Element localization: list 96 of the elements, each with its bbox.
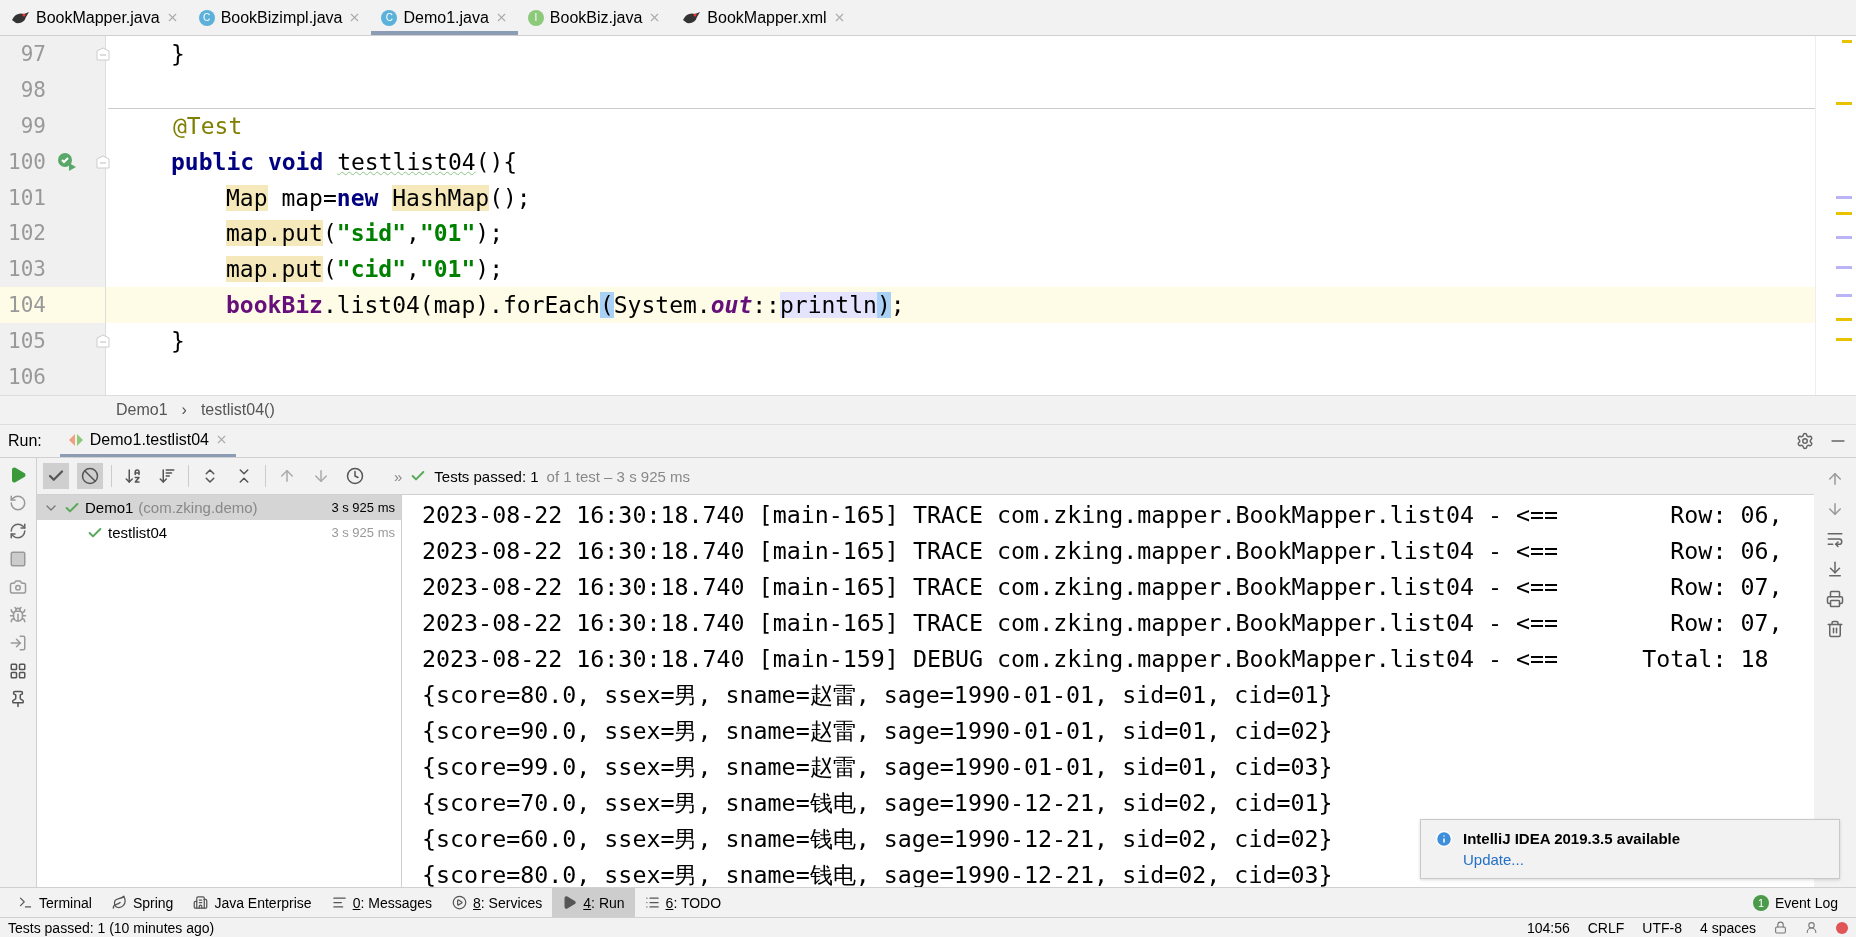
test-summary-detail: of 1 test – 3 s 925 ms bbox=[546, 467, 690, 485]
play-icon[interactable] bbox=[9, 466, 27, 484]
bug-icon[interactable] bbox=[9, 606, 27, 624]
console-line: 2023-08-22 16:30:18.740 [main-165] TRACE com.zking.mapper.BookMapper.list04 - <== Row: 07, bbox=[422, 572, 1783, 602]
console-line: 2023-08-22 16:30:18.740 [main-165] TRACE com.zking.mapper.BookMapper.list04 - <== Row: 06, bbox=[422, 500, 1783, 530]
code-line: Map map=new HashMap(); bbox=[226, 184, 531, 211]
test-tree-item[interactable]: Demo1 (com.zking.demo) 3 s 925 ms bbox=[37, 495, 401, 520]
tool-window-button[interactable]: 0: Messages bbox=[321, 888, 443, 917]
run-tab[interactable]: Demo1.testlist04 bbox=[59, 425, 236, 457]
console-line: 2023-08-22 16:30:18.740 [main-159] DEBUG com.zking.mapper.BookMapper.list04 - <== Total: 18 bbox=[422, 644, 1769, 674]
refresh-icon[interactable] bbox=[9, 522, 27, 540]
class-badge: C bbox=[198, 9, 215, 26]
info-icon bbox=[1435, 830, 1453, 848]
show-passed-toggle[interactable] bbox=[43, 463, 69, 489]
console-line: {score=99.0, ssex=男, sname=赵雷, sage=1990-01-01, sid=01, cid=03} bbox=[422, 752, 1333, 782]
code-line: map.put("cid","01"); bbox=[226, 256, 503, 283]
run-label: Run: bbox=[8, 432, 42, 450]
bird-icon bbox=[10, 9, 30, 26]
code-line: map.put("sid","01"); bbox=[226, 220, 503, 247]
console-line: 2023-08-22 16:30:18.740 [main-165] TRACE com.zking.mapper.BookMapper.list04 - <== Row: 07, bbox=[422, 608, 1783, 638]
pin-icon[interactable] bbox=[9, 690, 27, 708]
building-icon bbox=[193, 895, 209, 910]
breadcrumb-item[interactable]: testlist04() bbox=[200, 401, 275, 419]
status-message: Tests passed: 1 (10 minutes ago) bbox=[8, 919, 215, 936]
count-badge: 1 bbox=[1752, 894, 1769, 911]
editor-tab[interactable]: BookMapper.java bbox=[0, 0, 189, 35]
line-number: 97 bbox=[19, 41, 46, 66]
tool-window-button[interactable]: Terminal bbox=[8, 888, 102, 917]
event-log-button[interactable]: 1 Event Log bbox=[1742, 888, 1848, 917]
code-line: @Test bbox=[173, 113, 243, 140]
bird-icon bbox=[681, 9, 702, 26]
tool-window-button[interactable]: Spring bbox=[101, 888, 184, 917]
test-class-badge: C bbox=[381, 9, 398, 26]
code-line: public void testlist04(){ bbox=[171, 148, 518, 175]
line-number: 105 bbox=[7, 329, 46, 354]
arrow-down-icon[interactable] bbox=[312, 467, 330, 485]
code-line: bookBiz.list04(map).forEach(System.out::println); bbox=[226, 292, 905, 319]
notification-title: IntelliJ IDEA 2019.3.5 available bbox=[1463, 830, 1681, 847]
tool-window-button[interactable]: Java Enterprise bbox=[183, 888, 322, 917]
editor-tab[interactable]: C BookBizimpl.java bbox=[188, 0, 372, 35]
line-number: 100 bbox=[7, 149, 46, 174]
list-icon bbox=[644, 895, 660, 910]
tool-window-button[interactable]: 8: Services bbox=[442, 888, 553, 917]
play-icon bbox=[562, 895, 578, 910]
console-line: {score=70.0, ssex=男, sname=钱电, sage=1990-12-21, sid=02, cid=01} bbox=[422, 788, 1333, 818]
line-number: 106 bbox=[7, 365, 46, 390]
run-test-icon[interactable] bbox=[56, 150, 78, 173]
rerun-icon[interactable] bbox=[9, 494, 27, 512]
update-link[interactable]: Update... bbox=[1463, 851, 1681, 868]
leaf-icon bbox=[111, 895, 127, 910]
status-item[interactable]: 4 spaces bbox=[1699, 919, 1756, 936]
interface-badge: I bbox=[527, 9, 544, 26]
sort-duration-icon[interactable] bbox=[158, 467, 176, 485]
camera-icon[interactable] bbox=[9, 578, 27, 596]
test-summary: Tests passed: 1 bbox=[434, 467, 539, 485]
arrow-down-icon[interactable] bbox=[1826, 500, 1844, 518]
clock-icon[interactable] bbox=[346, 467, 364, 485]
console-line: 2023-08-22 16:30:18.740 [main-165] TRACE com.zking.mapper.BookMapper.list04 - <== Row: 06, bbox=[422, 536, 1783, 566]
settings-icon[interactable] bbox=[1796, 432, 1814, 450]
scroll-to-end-icon[interactable] bbox=[1826, 560, 1844, 578]
console-line: {score=80.0, ssex=男, sname=赵雷, sage=1990-01-01, sid=01, cid=01} bbox=[422, 680, 1333, 710]
play-circle-icon bbox=[452, 895, 468, 910]
person-icon[interactable] bbox=[1805, 921, 1818, 934]
line-number: 99 bbox=[19, 113, 46, 138]
breadcrumb-separator: › bbox=[181, 401, 187, 419]
code-line: } bbox=[171, 328, 185, 355]
breadcrumb-item[interactable]: Demo1 bbox=[116, 401, 168, 419]
trash-icon[interactable] bbox=[1826, 620, 1844, 638]
tool-window-button[interactable]: 6: TODO bbox=[634, 888, 732, 917]
code-line: } bbox=[171, 40, 185, 67]
test-tree-item[interactable]: testlist04 3 s 925 ms bbox=[37, 520, 401, 545]
lock-icon[interactable] bbox=[1774, 921, 1787, 934]
sort-alpha-icon[interactable] bbox=[124, 467, 142, 485]
editor-tab[interactable]: I BookBiz.java bbox=[517, 0, 672, 35]
line-number: 104 bbox=[7, 293, 46, 318]
terminal-icon bbox=[18, 895, 33, 910]
line-number: 102 bbox=[7, 221, 46, 246]
console-line: {score=60.0, ssex=男, sname=钱电, sage=1990-12-21, sid=02, cid=02} bbox=[422, 824, 1333, 854]
line-number: 103 bbox=[7, 257, 46, 282]
console-line: {score=90.0, ssex=男, sname=赵雷, sage=1990-01-01, sid=01, cid=02} bbox=[422, 716, 1333, 746]
status-item[interactable]: UTF-8 bbox=[1642, 919, 1682, 936]
lines-icon bbox=[331, 895, 347, 910]
line-number: 98 bbox=[19, 77, 46, 102]
layout-icon[interactable] bbox=[9, 662, 27, 680]
line-number: 101 bbox=[7, 185, 46, 210]
tool-window-button[interactable]: 4: Run bbox=[552, 888, 635, 917]
wrap-icon[interactable] bbox=[1826, 530, 1844, 548]
ban-icon bbox=[81, 467, 99, 485]
editor-tab[interactable]: BookMapper.xml bbox=[671, 0, 856, 35]
run-config-icon bbox=[67, 432, 84, 447]
print-icon[interactable] bbox=[1826, 590, 1844, 608]
status-item[interactable]: 104:56 bbox=[1526, 919, 1570, 936]
show-ignored-toggle[interactable] bbox=[77, 463, 103, 489]
import-icon[interactable] bbox=[9, 634, 27, 652]
stop-icon[interactable] bbox=[9, 550, 27, 568]
status-item[interactable]: CRLF bbox=[1587, 919, 1625, 936]
